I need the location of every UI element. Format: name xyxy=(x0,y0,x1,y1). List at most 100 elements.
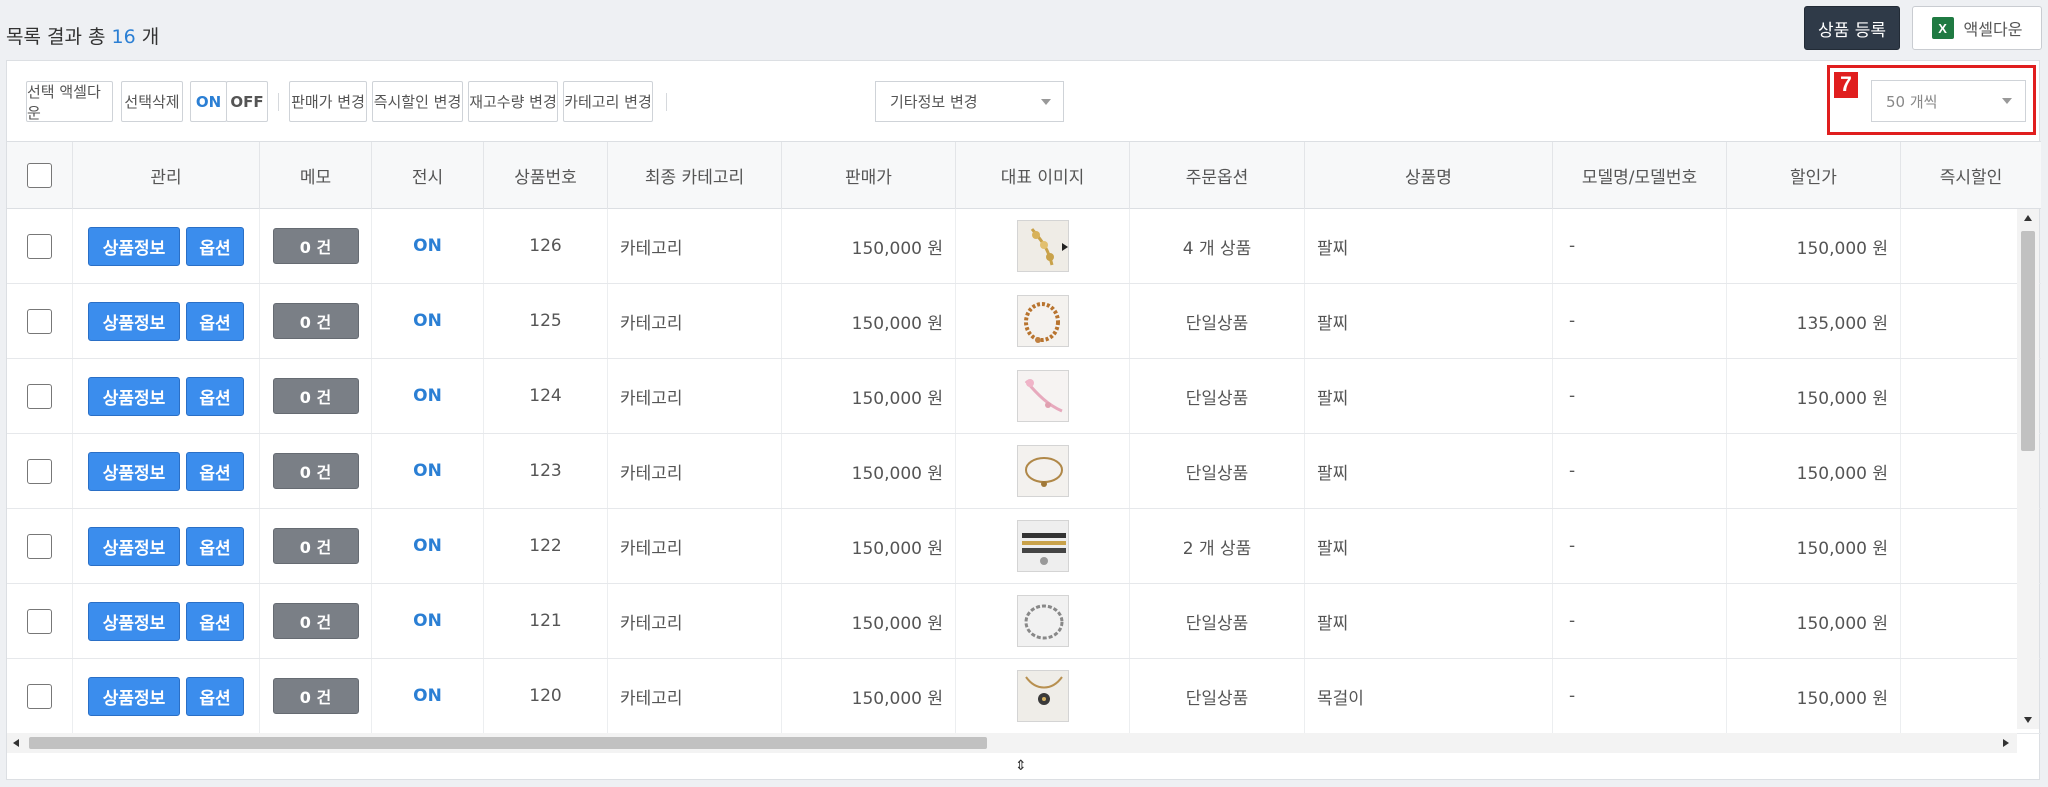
order-option-cell: 단일상품 xyxy=(1130,659,1305,733)
option-button[interactable]: 옵션 xyxy=(186,226,244,266)
product-thumbnail[interactable] xyxy=(1016,670,1069,722)
product-info-button[interactable]: 상품정보 xyxy=(88,526,180,566)
option-button[interactable]: 옵션 xyxy=(186,676,244,716)
product-name-cell: 팔찌 xyxy=(1305,284,1553,358)
column-header: 대표 이미지 xyxy=(956,142,1130,209)
toolbar-divider xyxy=(278,93,279,111)
table-row: 상품정보 옵션 0 건 ON 121 카테고리 150,000 원 단일상품 팔찌 -150,00… xyxy=(7,584,2041,659)
model-cell: - xyxy=(1553,209,1727,283)
manage-cell: 상품정보 옵션 xyxy=(73,434,260,508)
etc-info-change-select[interactable]: 기타정보 변경 xyxy=(875,81,1064,122)
instant-discount-change-button[interactable]: 즉시할인 변경 xyxy=(372,81,463,122)
excel-download-button[interactable]: X 액셀다운 xyxy=(1912,6,2042,50)
memo-button[interactable]: 0 건 xyxy=(272,228,359,264)
row-checkbox[interactable] xyxy=(27,683,52,709)
option-button[interactable]: 옵션 xyxy=(186,526,244,566)
vertical-scrollbar[interactable] xyxy=(2017,209,2039,729)
result-suffix: 개 xyxy=(141,26,160,48)
category-cell: 카테고리 xyxy=(608,584,782,658)
scroll-right-icon[interactable] xyxy=(2003,739,2009,747)
manage-cell: 상품정보 옵션 xyxy=(73,209,260,283)
option-button[interactable]: 옵션 xyxy=(186,301,244,341)
product-thumbnail[interactable] xyxy=(1016,295,1069,347)
price-cell: 150,000 원 xyxy=(782,359,956,433)
display-status[interactable]: ON xyxy=(372,509,484,583)
display-status[interactable]: ON xyxy=(372,659,484,733)
row-checkbox[interactable] xyxy=(27,608,52,634)
product-info-button[interactable]: 상품정보 xyxy=(88,301,180,341)
memo-button[interactable]: 0 건 xyxy=(272,303,359,339)
option-button[interactable]: 옵션 xyxy=(186,376,244,416)
memo-button[interactable]: 0 건 xyxy=(272,603,359,639)
manage-cell: 상품정보 옵션 xyxy=(73,584,260,658)
column-header: 상품명 xyxy=(1305,142,1553,209)
instant-discount-cell xyxy=(1901,434,2017,508)
stock-change-button[interactable]: 재고수량 변경 xyxy=(468,81,558,122)
resize-handle-icon[interactable]: ⇕ xyxy=(1015,758,1027,774)
instant-discount-cell xyxy=(1901,509,2017,583)
memo-button[interactable]: 0 건 xyxy=(272,528,359,564)
display-status[interactable]: ON xyxy=(372,284,484,358)
selected-delete-button[interactable]: 선택삭제 xyxy=(121,81,183,122)
display-off-button[interactable]: OFF xyxy=(226,81,268,122)
product-info-button[interactable]: 상품정보 xyxy=(88,376,180,416)
table-row: 상품정보 옵션 0 건 ON 124 카테고리 150,000 원 단일상품 팔찌 -150,00… xyxy=(7,359,2041,434)
product-number: 120 xyxy=(484,659,608,733)
thumbnail-cell xyxy=(956,434,1130,508)
product-name-cell: 팔찌 xyxy=(1305,359,1553,433)
order-option-cell: 단일상품 xyxy=(1130,359,1305,433)
memo-button[interactable]: 0 건 xyxy=(272,678,359,714)
memo-cell: 0 건 xyxy=(260,359,372,433)
order-option-cell: 단일상품 xyxy=(1130,434,1305,508)
memo-button[interactable]: 0 건 xyxy=(272,378,359,414)
column-header: 관리 xyxy=(73,142,260,209)
product-number: 123 xyxy=(484,434,608,508)
row-checkbox[interactable] xyxy=(27,383,52,409)
product-info-button[interactable]: 상품정보 xyxy=(88,226,180,266)
category-change-button[interactable]: 카테고리 변경 xyxy=(563,81,653,122)
product-table: 관리 메모 전시 상품번호 최종 카테고리 판매가 대표 이미지 주문옵션 상품… xyxy=(7,141,2041,755)
selected-excel-download-button[interactable]: 선택 액셀다운 xyxy=(26,81,113,122)
product-thumbnail[interactable] xyxy=(1016,595,1069,647)
memo-button[interactable]: 0 건 xyxy=(272,453,359,489)
display-status[interactable]: ON xyxy=(372,434,484,508)
price-cell: 150,000 원 xyxy=(782,509,956,583)
horizontal-scroll-thumb[interactable] xyxy=(29,737,987,749)
display-on-button[interactable]: ON xyxy=(190,81,227,122)
display-status[interactable]: ON xyxy=(372,209,484,283)
display-status[interactable]: ON xyxy=(372,584,484,658)
register-product-button[interactable]: 상품 등록 xyxy=(1804,6,1900,50)
product-info-button[interactable]: 상품정보 xyxy=(88,676,180,716)
scroll-down-icon[interactable] xyxy=(2024,717,2032,723)
row-checkbox[interactable] xyxy=(27,458,52,484)
product-name-cell: 목걸이 xyxy=(1305,659,1553,733)
annotation-number: 7 xyxy=(1834,72,1858,98)
product-info-button[interactable]: 상품정보 xyxy=(88,451,180,491)
price-change-button[interactable]: 판매가 변경 xyxy=(289,81,367,122)
column-header: 상품번호 xyxy=(484,142,608,209)
option-button[interactable]: 옵션 xyxy=(186,451,244,491)
row-checkbox[interactable] xyxy=(27,233,52,259)
scroll-up-icon[interactable] xyxy=(2024,215,2032,221)
select-all-checkbox[interactable] xyxy=(27,163,52,188)
page-header: 목록 결과 총 16 개 상품 등록 X 액셀다운 xyxy=(0,0,2048,60)
page-size-select[interactable]: 50 개씩 xyxy=(1871,80,2026,122)
scroll-left-icon[interactable] xyxy=(13,739,19,747)
select-all-cell xyxy=(7,142,73,209)
column-header: 최종 카테고리 xyxy=(608,142,782,209)
product-thumbnail[interactable] xyxy=(1016,220,1069,272)
vertical-scroll-thumb[interactable] xyxy=(2021,231,2035,451)
product-thumbnail[interactable] xyxy=(1016,445,1069,497)
product-info-button[interactable]: 상품정보 xyxy=(88,601,180,641)
order-option-cell: 단일상품 xyxy=(1130,284,1305,358)
row-select-cell xyxy=(7,209,73,283)
row-checkbox[interactable] xyxy=(27,533,52,559)
display-status[interactable]: ON xyxy=(372,359,484,433)
option-button[interactable]: 옵션 xyxy=(186,601,244,641)
product-thumbnail[interactable] xyxy=(1016,520,1069,572)
row-checkbox[interactable] xyxy=(27,308,52,334)
product-number: 126 xyxy=(484,209,608,283)
product-thumbnail[interactable] xyxy=(1016,370,1069,422)
horizontal-scrollbar[interactable] xyxy=(7,733,2017,753)
row-select-cell xyxy=(7,659,73,733)
